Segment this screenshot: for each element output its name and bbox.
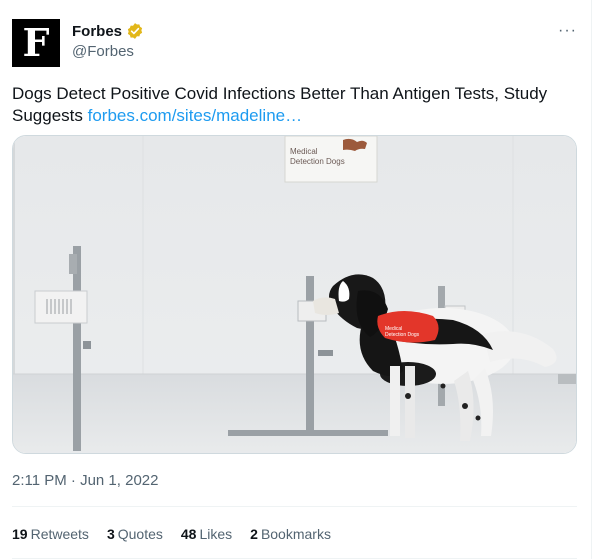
likes-label: Likes [199,526,233,542]
dog-detection-photo: Medical Detection Dogs Medical Detection… [13,136,576,453]
likes-count: 48 [180,526,197,542]
bookmarks-label: Bookmarks [260,526,331,542]
display-name[interactable]: Forbes [72,23,122,40]
tweet-link[interactable]: forbes.com/sites/madeline… [88,106,302,125]
verified-gold-icon[interactable] [126,22,144,40]
tweet-card: F Forbes @Forbes ··· Dogs Detect Positiv… [0,0,595,559]
divider-top [12,506,577,507]
quotes-count: 3 [106,526,115,542]
sign-line1: Medical [290,147,318,156]
retweets-stat[interactable]: 19 Retweets [12,526,89,542]
likes-stat[interactable]: 48 Likes [181,526,232,542]
avatar-logo-letter: F [22,20,50,65]
bookmarks-stat[interactable]: 2 Bookmarks [250,526,331,542]
medical-detection-dogs-sign: Medical Detection Dogs [284,136,378,183]
column-border [591,0,592,559]
quotes-stat[interactable]: 3 Quotes [107,526,163,542]
tweet-timestamp[interactable]: 2:11 PM · Jun 1, 2022 [12,472,158,489]
retweets-count: 19 [12,526,28,542]
author-name-row: Forbes [72,22,144,40]
tweet-media-photo[interactable]: Medical Detection Dogs Medical Detection… [12,135,577,454]
tweet-text: Dogs Detect Positive Covid Infections Be… [12,83,577,127]
more-options-icon[interactable]: ··· [558,22,577,40]
retweets-label: Retweets [30,526,89,542]
avatar[interactable]: F [12,19,60,67]
vest-text2: Detection Dogs [385,332,420,338]
quotes-label: Quotes [117,526,163,542]
handle[interactable]: @Forbes [72,43,134,60]
sign-line2: Detection Dogs [290,157,345,166]
engagement-stats: 19 Retweets 3 Quotes 48 Likes 2 Bookmarks [12,526,349,542]
bookmarks-count: 2 [250,526,258,542]
